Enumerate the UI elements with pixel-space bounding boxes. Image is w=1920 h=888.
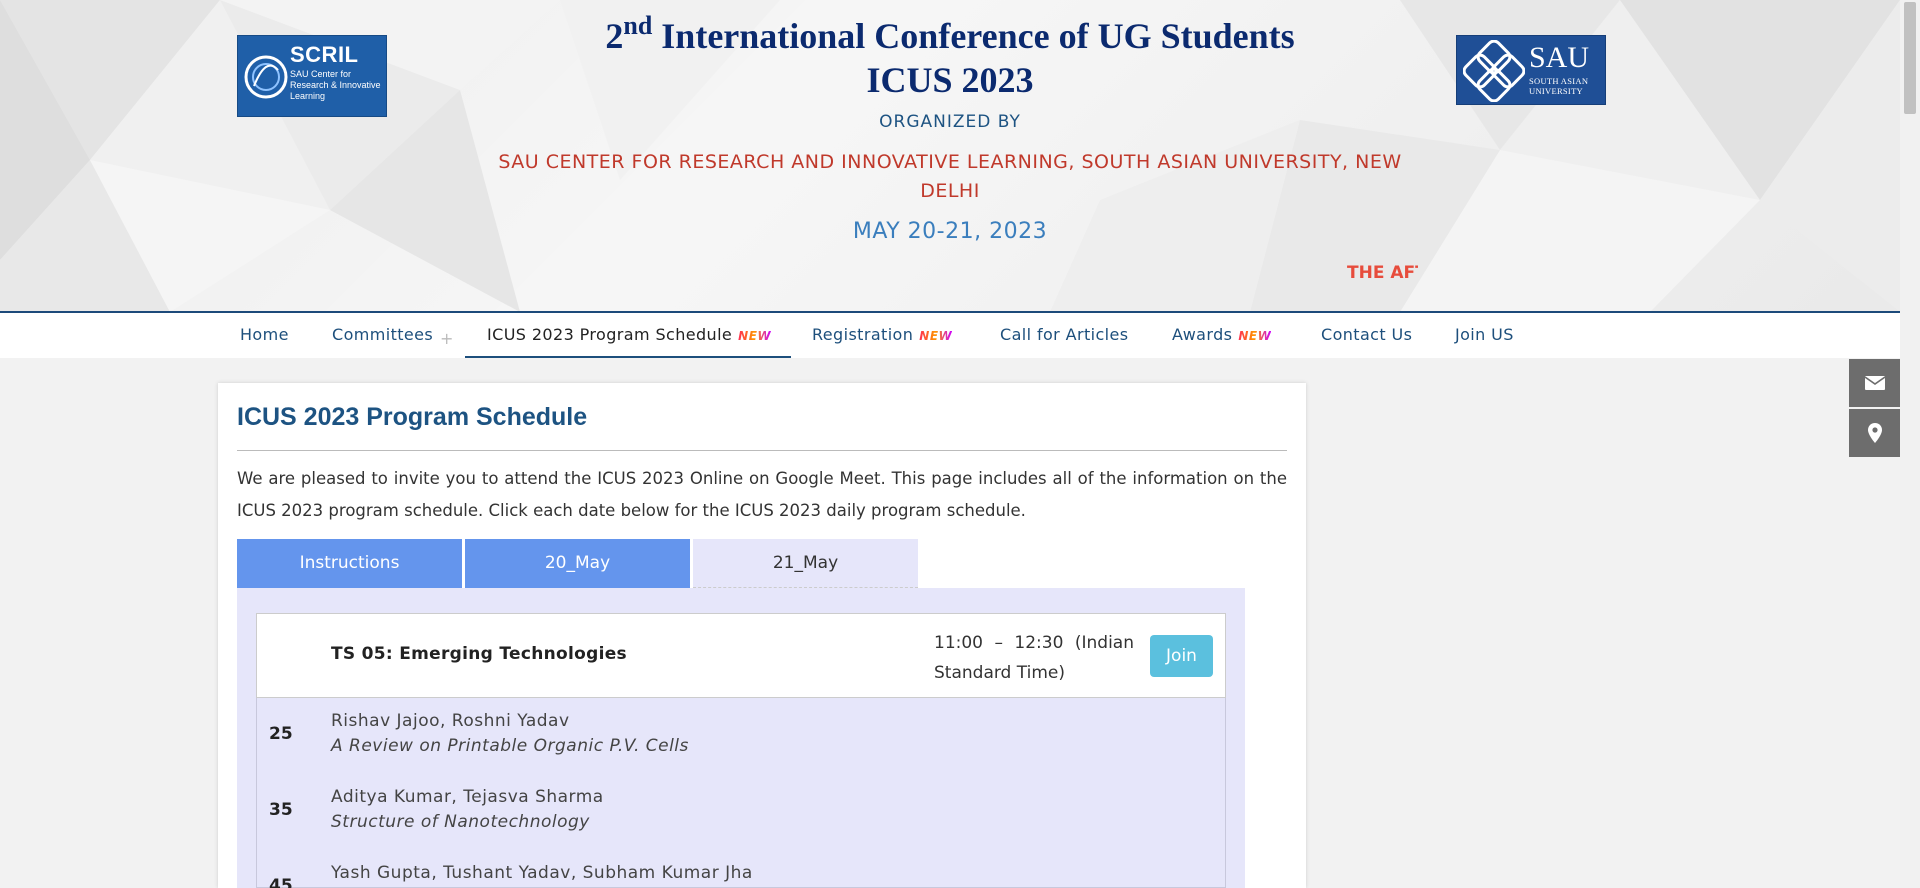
committees-expand-icon[interactable]: + [440, 329, 453, 348]
heading-divider [237, 450, 1287, 451]
map-marker-icon [1867, 423, 1882, 443]
conference-title-line1: 2nd International Conference of UG Stude… [605, 11, 1295, 57]
paper-authors: Yash Gupta, Tushant Yadav, Subham Kumar … [331, 863, 753, 883]
sau-brand-text: SAU [1529, 41, 1590, 74]
intro-paragraph: We are pleased to invite you to attend t… [237, 469, 1287, 520]
paper-authors: Rishav Jajoo, Roshni Yadav [331, 711, 570, 731]
envelope-icon [1864, 376, 1885, 390]
location-side-button[interactable] [1849, 409, 1900, 457]
paper-id: 35 [269, 800, 293, 820]
site-header: SCRIL SAU Center for Research & Innovati… [0, 0, 1900, 312]
paper-id: 45 [269, 876, 293, 888]
scril-sub-text: SAU Center for Research & Innovative Lea… [290, 69, 381, 101]
sau-logo[interactable]: SAU SOUTH ASIAN UNIVERSITY [1456, 35, 1606, 105]
table-row: 25 Rishav Jajoo, Roshni Yadav A Review o… [256, 698, 1226, 775]
organized-by-label: ORGANIZED BY [879, 112, 1021, 132]
nav-item-committees[interactable]: Committees [332, 313, 433, 358]
paper-id: 25 [269, 724, 293, 744]
page-title: ICUS 2023 Program Schedule [237, 403, 588, 431]
main-navbar: Home Committees + ICUS 2023 Program Sche… [0, 311, 1900, 358]
session-time: 11:00 – 12:30 (Indian Standard Time) [934, 633, 1134, 683]
nav-item-join-us[interactable]: Join US [1455, 313, 1514, 358]
table-row: 45 Yash Gupta, Tushant Yadav, Subham Kum… [256, 850, 1226, 888]
nav-item-contact-us[interactable]: Contact Us [1321, 313, 1412, 358]
conference-dates: MAY 20-21, 2023 [852, 219, 1048, 244]
session-title: TS 05: Emerging Technologies [331, 644, 627, 664]
nav-item-call-for-articles[interactable]: Call for Articles [1000, 313, 1129, 358]
tab-instructions[interactable]: Instructions [237, 539, 462, 588]
scrollbar-thumb[interactable] [1904, 2, 1916, 114]
nav-item-awards[interactable]: Awards NEW [1172, 313, 1271, 358]
new-badge: NEW [1238, 314, 1271, 358]
scril-emblem-icon [244, 55, 288, 99]
paper-title: Structure of Nanotechnology [331, 812, 590, 832]
conference-title: 2nd International Conference of UG Stude… [480, 11, 1420, 102]
tab-20-may[interactable]: 20_May [465, 539, 690, 588]
tab-21-may[interactable]: 21_May [693, 539, 918, 588]
session-header-row: TS 05: Emerging Technologies 11:00 – 12:… [256, 613, 1226, 698]
nav-item-home[interactable]: Home [240, 313, 289, 358]
email-side-button[interactable] [1849, 359, 1900, 407]
new-badge: NEW [919, 314, 952, 358]
join-button[interactable]: Join [1150, 635, 1213, 677]
sau-sub-text: SOUTH ASIAN UNIVERSITY [1529, 76, 1589, 96]
nav-item-registration[interactable]: Registration NEW [812, 313, 952, 358]
new-badge: NEW [738, 314, 771, 358]
sau-knot-icon [1463, 40, 1525, 102]
paper-title: A Review on Printable Organic P.V. Cells [331, 736, 689, 756]
nav-item-program-schedule[interactable]: ICUS 2023 Program Schedule NEW [465, 313, 791, 358]
table-row: 35 Aditya Kumar, Tejasva Sharma Structur… [256, 774, 1226, 851]
scril-logo[interactable]: SCRIL SAU Center for Research & Innovati… [237, 35, 387, 117]
conference-title-line2: ICUS 2023 [866, 60, 1034, 100]
paper-authors: Aditya Kumar, Tejasva Sharma [331, 787, 604, 807]
announcement-marquee[interactable]: THE AFT [1347, 263, 1418, 283]
scril-brand-text: SCRIL [290, 42, 359, 67]
organizer-name: SAU CENTER FOR RESEARCH AND INNOVATIVE L… [498, 151, 1402, 202]
page-scrollbar[interactable] [1900, 0, 1920, 888]
